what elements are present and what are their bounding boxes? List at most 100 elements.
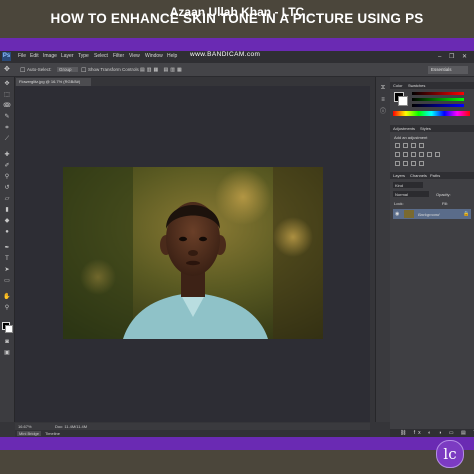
panel-icon-strip: ⧖ ≡ ⓘ: [375, 77, 391, 422]
pen-tool-icon[interactable]: ✒: [3, 245, 11, 251]
move-tool-icon[interactable]: ✥: [4, 65, 10, 73]
blend-mode-dropdown[interactable]: Normal: [393, 191, 429, 197]
tab-color[interactable]: Color: [393, 83, 403, 88]
options-bar: ✥ ☐ Auto-Select: Group ☐ Show Transform …: [0, 63, 474, 77]
doc-size: Doc: 11.4M/11.4M: [55, 424, 88, 429]
levels-adjust-icon[interactable]: [403, 143, 408, 148]
window-controls[interactable]: – ❐ ✕: [438, 53, 470, 60]
color-panel-tabs: Color Swatches: [390, 82, 474, 89]
marquee-tool-icon[interactable]: ⬚: [3, 92, 11, 98]
fill-label: Fill:: [442, 201, 449, 206]
auto-select-label: Auto-Select:: [27, 67, 52, 72]
menu-help[interactable]: Help: [167, 53, 177, 59]
quick-mask-icon[interactable]: ◙: [3, 339, 11, 345]
crop-tool-icon[interactable]: ⌗: [3, 125, 11, 131]
curves-adjust-icon[interactable]: [411, 143, 416, 148]
color-ramp[interactable]: [393, 111, 470, 116]
menu-select[interactable]: Select: [94, 53, 108, 59]
tab-adjustments[interactable]: Adjustments: [393, 126, 415, 131]
path-select-icon[interactable]: ➤: [3, 267, 11, 273]
healing-brush-icon[interactable]: ✚: [3, 152, 11, 158]
screen-mode-icon[interactable]: ▣: [3, 350, 11, 356]
zoom-tool-icon[interactable]: ⚲: [3, 305, 11, 311]
footer-banner: [0, 450, 474, 474]
channel-mixer-icon[interactable]: [435, 152, 440, 157]
gradient-tool-icon[interactable]: ▮: [3, 207, 11, 213]
menu-edit[interactable]: Edit: [30, 53, 39, 59]
black-white-icon[interactable]: [419, 152, 424, 157]
history-brush-icon[interactable]: ↺: [3, 185, 11, 191]
background-color-swatch[interactable]: [5, 325, 13, 333]
align-icons[interactable]: ▤▥▦ ▤▥▦: [140, 67, 184, 73]
move-tool-icon[interactable]: ✥: [3, 81, 11, 87]
workspace-switcher[interactable]: Essentials: [428, 66, 468, 74]
eraser-tool-icon[interactable]: ▱: [3, 196, 11, 202]
tab-paths[interactable]: Paths: [430, 173, 440, 178]
layer-thumbnail: [404, 210, 414, 218]
opacity-label: Opacity:: [436, 192, 451, 197]
adjustments-hint: Add an adjustment: [394, 135, 428, 140]
properties-icon[interactable]: ≡: [379, 97, 387, 103]
accent-stripe-top: [0, 38, 474, 51]
accent-stripe-bottom: [0, 437, 474, 450]
layer-row-background[interactable]: ◉ Background 🔒: [393, 209, 471, 219]
quick-select-tool-icon[interactable]: ✎: [3, 114, 11, 120]
eyedropper-tool-icon[interactable]: ⟋: [3, 136, 11, 142]
green-slider[interactable]: [412, 98, 464, 101]
tab-swatches[interactable]: Swatches: [408, 83, 425, 88]
eye-icon[interactable]: ◉: [395, 211, 399, 217]
document-tab[interactable]: Flowerglitz.jpg @ 16.7% (RGB/8#): [16, 78, 91, 86]
layer-filter-dropdown[interactable]: Kind: [393, 182, 423, 188]
menu-layer[interactable]: Layer: [61, 53, 74, 59]
menu-window[interactable]: Window: [145, 53, 163, 59]
menu-bar: Ps File Edit Image Layer Type Select Fil…: [0, 51, 474, 63]
hue-saturation-icon[interactable]: [403, 152, 408, 157]
type-tool-icon[interactable]: T: [3, 256, 11, 262]
posterize-icon[interactable]: [403, 161, 408, 166]
layer-action-icons[interactable]: ⛓ fx ◐ ◑ ▭ ▤ 🗑: [400, 430, 474, 436]
hand-tool-icon[interactable]: ✋: [3, 294, 11, 300]
tab-layers[interactable]: Layers: [393, 173, 405, 178]
tab-mini-bridge[interactable]: Mini Bridge: [17, 431, 42, 436]
lasso-tool-icon[interactable]: ↂ: [3, 103, 11, 109]
photoshop-logo: Ps: [2, 52, 11, 61]
brightness-adjust-icon[interactable]: [395, 143, 400, 148]
menu-file[interactable]: File: [18, 53, 26, 59]
show-transform-label: Show Transform Controls: [88, 67, 139, 72]
blur-tool-icon[interactable]: ◆: [3, 218, 11, 224]
info-icon[interactable]: ⓘ: [379, 109, 387, 115]
gradient-map-icon[interactable]: [419, 161, 424, 166]
red-slider[interactable]: [412, 92, 464, 95]
menu-filter[interactable]: Filter: [113, 53, 124, 59]
brush-tool-icon[interactable]: ✐: [3, 163, 11, 169]
threshold-icon[interactable]: [411, 161, 416, 166]
menu-view[interactable]: View: [129, 53, 140, 59]
tools-panel: ✥ ⬚ ↂ ✎ ⌗ ⟋ ✚ ✐ ⚲ ↺ ▱ ▮ ◆ ● ✒ T ➤ ▭ ✋ ⚲ …: [0, 77, 15, 422]
layers-footer: ⛓ fx ◐ ◑ ▭ ▤ 🗑: [390, 429, 474, 437]
shape-tool-icon[interactable]: ▭: [3, 278, 11, 284]
show-transform-checkbox[interactable]: ☐: [81, 67, 86, 74]
vibrance-adjust-icon[interactable]: [395, 152, 400, 157]
portrait-photo: [63, 167, 323, 339]
blue-slider[interactable]: [412, 104, 464, 107]
invert-icon[interactable]: [395, 161, 400, 166]
menu-type[interactable]: Type: [78, 53, 89, 59]
dodge-tool-icon[interactable]: ●: [3, 229, 11, 235]
lock-label: Lock:: [394, 201, 404, 206]
exposure-adjust-icon[interactable]: [419, 143, 424, 148]
adjustments-panel-tabs: Adjustments Styles: [390, 125, 474, 132]
bandicam-watermark: www.BANDICAM.com: [190, 51, 261, 58]
auto-select-checkbox[interactable]: ☐: [20, 67, 25, 74]
canvas-area[interactable]: [15, 86, 370, 422]
tab-timeline[interactable]: Timeline: [45, 431, 60, 436]
auto-select-dropdown[interactable]: Group: [57, 67, 78, 72]
tab-styles[interactable]: Styles: [420, 126, 431, 131]
tab-channels[interactable]: Channels: [410, 173, 427, 178]
photo-filter-icon[interactable]: [427, 152, 432, 157]
color-bg-swatch[interactable]: [398, 96, 408, 106]
menu-image[interactable]: Image: [43, 53, 57, 59]
zoom-level[interactable]: 16.67%: [18, 424, 32, 429]
clone-stamp-icon[interactable]: ⚲: [3, 174, 11, 180]
color-balance-icon[interactable]: [411, 152, 416, 157]
history-icon[interactable]: ⧖: [379, 85, 387, 91]
